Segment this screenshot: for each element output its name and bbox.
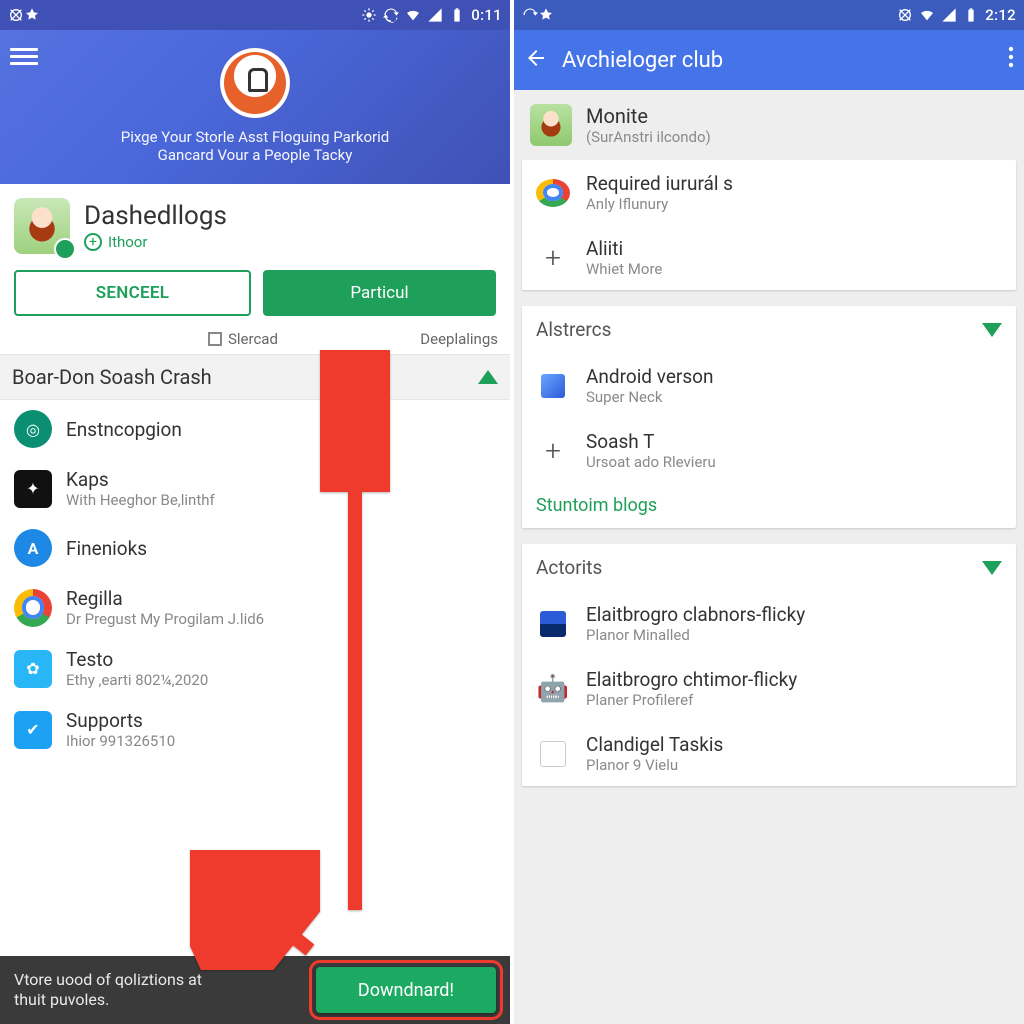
list-item[interactable]: ✿ TestoEthy ,earti 802¼,2020 <box>0 638 510 699</box>
app-publisher: Ithoor <box>108 233 147 251</box>
more-link[interactable]: Stuntoim blogs <box>522 483 1016 528</box>
cell-icon <box>941 7 957 23</box>
install-button[interactable]: Particul <box>263 270 496 316</box>
app-icon <box>536 607 570 641</box>
wifi-icon <box>919 7 935 23</box>
chevron-down-icon <box>982 323 1002 337</box>
user-row[interactable]: Monite (SurAnstri ilcondo) <box>514 90 1024 160</box>
specs-card: Alstrercs Android versonSuper Neck + Soa… <box>522 306 1016 528</box>
wifi-icon <box>405 7 421 23</box>
app-icon: A <box>14 529 52 567</box>
tagline-line1: Pixge Your Storle Asst Floguing Parkorid <box>12 128 498 146</box>
app-icon <box>536 737 570 771</box>
tab-row: Slercad Deeplalings <box>0 326 510 354</box>
battery-icon <box>963 7 979 23</box>
user-name: Monite <box>586 104 711 128</box>
list-item[interactable]: ✦ KapsWith Heeghor Be,linthf <box>0 458 510 519</box>
spec-item[interactable]: + Soash TUrsoat ado Rlevieru <box>522 418 1016 483</box>
extra-status-icon <box>538 7 554 23</box>
page-title: Avchieloger club <box>562 48 723 73</box>
cell-icon <box>427 7 443 23</box>
download-button[interactable]: Downdnard! <box>316 967 496 1013</box>
section-header[interactable]: Boar-Don Soash Crash <box>0 354 510 400</box>
plus-badge-icon: + <box>84 233 102 251</box>
link-item[interactable]: Required iururál sAnly Iflunury <box>522 160 1016 225</box>
toolbar: Avchieloger club <box>514 30 1024 90</box>
list-item[interactable]: RegillaDr Pregust My Progilam J.lid6 <box>0 577 510 638</box>
status-time: 2:12 <box>985 6 1016 24</box>
chrome-icon <box>14 589 52 627</box>
left-screenshot: 0:11 Pixge Your Storle Asst Floguing Par… <box>0 0 514 1024</box>
checkbox-icon <box>208 332 222 346</box>
list-item[interactable]: A Finenioks <box>0 519 510 577</box>
twitter-icon: ✔ <box>14 711 52 749</box>
status-bar: 2:12 <box>514 0 1024 30</box>
toast: Vtore uood of qoliztions at thuit puvole… <box>0 956 510 1024</box>
tab-center[interactable]: Slercad <box>208 330 278 348</box>
battery-icon <box>449 7 465 23</box>
debug-icon <box>8 7 24 23</box>
section-header[interactable]: Alstrercs <box>522 306 1016 353</box>
extra-status-icon <box>24 7 40 23</box>
link-item[interactable]: + AliitiWhiet More <box>522 225 1016 290</box>
chrome-icon <box>536 179 570 207</box>
list-item[interactable]: ✔ SupportsIhior 991326510 <box>0 699 510 760</box>
store-header: Pixge Your Storle Asst Floguing Parkorid… <box>0 30 510 184</box>
section-title: Boar-Don Soash Crash <box>12 365 212 389</box>
section-header[interactable]: Actorits <box>522 544 1016 591</box>
store-logo-icon <box>220 48 290 118</box>
back-button[interactable] <box>524 46 548 74</box>
app-icon: ◎ <box>14 410 52 448</box>
content-body: Monite (SurAnstri ilcondo) Required iuru… <box>514 90 1024 1024</box>
collapse-up-icon <box>478 370 498 384</box>
app-title: Dashedllogs <box>84 201 227 231</box>
settings-status-icon <box>361 7 377 23</box>
plus-icon: + <box>536 241 570 275</box>
chevron-down-icon <box>982 561 1002 575</box>
user-sub: (SurAnstri ilcondo) <box>586 128 711 146</box>
spec-item[interactable]: Android versonSuper Neck <box>522 353 1016 418</box>
right-screenshot: 2:12 Avchieloger club Monite (SurAnstri … <box>514 0 1024 1024</box>
tagline-line2: Gancard Vour a People Tacky <box>12 146 498 164</box>
status-bar: 0:11 <box>0 0 510 30</box>
app-avatar-icon <box>14 198 70 254</box>
action-button-row: SENCEEL Particul <box>0 260 510 326</box>
user-avatar-icon <box>530 104 572 146</box>
debug-icon <box>897 7 913 23</box>
plus-icon: + <box>536 434 570 468</box>
overflow-menu-button[interactable] <box>1008 45 1014 75</box>
app-list: ◎ Enstncopgion ✦ KapsWith Heeghor Be,lin… <box>0 400 510 760</box>
links-card: Required iururál sAnly Iflunury + Aliiti… <box>522 160 1016 290</box>
sync-icon <box>522 7 538 23</box>
app-item[interactable]: 🤖 Elaitbrogro chtimor-flickyPlaner Profi… <box>522 656 1016 721</box>
toast-message: Vtore uood of qoliztions at thuit puvole… <box>14 970 316 1010</box>
square-icon <box>536 369 570 403</box>
tab-right[interactable]: Deeplalings <box>420 330 498 348</box>
cancel-button[interactable]: SENCEEL <box>14 270 251 316</box>
app-item[interactable]: Clandigel TaskisPlanor 9 Vielu <box>522 721 1016 786</box>
app-icon: ✿ <box>14 650 52 688</box>
app-item[interactable]: Elaitbrogro clabnors-flickyPlanor Minall… <box>522 591 1016 656</box>
android-icon: 🤖 <box>536 672 570 706</box>
app-icon: ✦ <box>14 470 52 508</box>
app-summary: Dashedllogs + Ithoor <box>0 184 510 260</box>
sync-icon <box>383 7 399 23</box>
apps-card: Actorits Elaitbrogro clabnors-flickyPlan… <box>522 544 1016 786</box>
menu-button[interactable] <box>10 44 38 66</box>
status-time: 0:11 <box>471 6 502 24</box>
app-publisher-row: + Ithoor <box>84 233 227 251</box>
list-item[interactable]: ◎ Enstncopgion <box>0 400 510 458</box>
